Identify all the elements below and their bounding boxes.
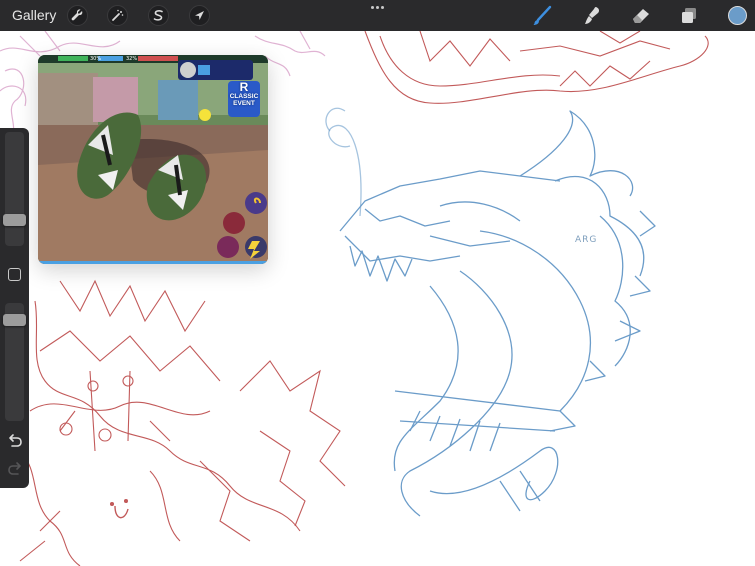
dot-icon <box>370 5 374 9</box>
redo-icon[interactable] <box>7 461 23 477</box>
reference-progress-bar <box>38 261 268 264</box>
color-picker-button[interactable] <box>728 6 747 25</box>
red-creature-sketch <box>0 279 346 566</box>
arrow-cursor-icon <box>195 11 204 20</box>
eraser-tool-button[interactable] <box>629 4 653 28</box>
game-stat-1: 30% <box>90 56 102 62</box>
brush-opacity-slider[interactable] <box>3 303 26 421</box>
selection-button[interactable] <box>148 5 169 26</box>
brush-tool-button[interactable] <box>530 4 554 28</box>
adjustments-button[interactable] <box>107 5 128 26</box>
brush-icon <box>533 5 552 25</box>
game-stat-2: 32% <box>126 56 138 62</box>
eraser-icon <box>633 9 649 23</box>
modify-button[interactable] <box>8 268 21 281</box>
dot-icon <box>375 5 379 9</box>
actions-button[interactable] <box>67 5 88 26</box>
more-options-button[interactable] <box>366 0 388 14</box>
brush-size-slider[interactable] <box>3 132 26 246</box>
transform-button[interactable] <box>189 5 210 26</box>
brush-opacity-thumb[interactable] <box>3 313 26 326</box>
undo-icon[interactable] <box>7 433 23 449</box>
artist-signature: ARG <box>575 235 598 245</box>
brush-size-thumb[interactable] <box>3 213 26 226</box>
red-sketch-top <box>364 31 709 104</box>
side-bar <box>0 128 29 488</box>
reference-window[interactable]: 30% 32% R CLASSIC EVENT <box>38 55 268 264</box>
blue-dragon-sketch <box>325 107 656 517</box>
dot-icon <box>380 5 384 9</box>
smudge-icon <box>585 7 600 24</box>
layers-button[interactable] <box>677 4 701 28</box>
magic-wand-icon <box>112 9 124 21</box>
top-toolbar: Gallery <box>0 0 755 31</box>
gallery-button[interactable]: Gallery <box>12 0 56 31</box>
classic-event-badge: R CLASSIC EVENT <box>229 80 259 107</box>
smudge-tool-button[interactable] <box>580 4 604 28</box>
layers-icon <box>682 8 696 23</box>
wrench-icon <box>71 9 83 21</box>
selection-s-icon <box>153 10 163 21</box>
